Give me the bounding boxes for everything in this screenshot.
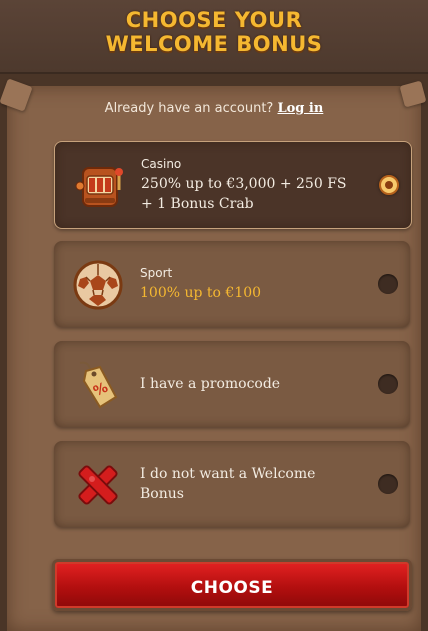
option-promocode[interactable]: % I have a promocode xyxy=(54,341,410,427)
radio-sport[interactable] xyxy=(378,274,398,294)
login-prompt: Already have an account? Log in xyxy=(0,101,428,116)
option-category: Casino xyxy=(141,156,182,171)
option-no-bonus[interactable]: I do not want a Welcome Bonus xyxy=(54,441,410,527)
option-description: I have a promocode xyxy=(140,376,281,392)
promo-tag-icon: % xyxy=(72,359,124,411)
option-description: 100% up to €100 xyxy=(140,284,262,301)
option-sport[interactable]: Sport 100% up to €100 xyxy=(54,241,410,327)
header-bar: CHOOSE YOUR WELCOME BONUS xyxy=(0,0,428,74)
option-description: 250% up to €3,000 + 250 FS + 1 Bonus Cra… xyxy=(141,175,347,212)
choose-button[interactable]: CHOOSE xyxy=(52,559,412,611)
login-link[interactable]: Log in xyxy=(277,101,323,116)
option-category: Sport xyxy=(140,265,173,280)
option-casino[interactable]: Casino 250% up to €3,000 + 250 FS + 1 Bo… xyxy=(54,141,412,229)
option-description: I do not want a Welcome Bonus xyxy=(140,466,316,502)
login-prompt-text: Already have an account? xyxy=(104,101,274,116)
page-title: CHOOSE YOUR WELCOME BONUS xyxy=(0,8,428,56)
title-line-2: WELCOME BONUS xyxy=(105,32,323,56)
title-line-1: CHOOSE YOUR xyxy=(125,8,303,32)
radio-promocode[interactable] xyxy=(378,374,398,394)
radio-no-bonus[interactable] xyxy=(378,474,398,494)
slot-machine-icon xyxy=(73,160,125,212)
soccer-ball-icon xyxy=(72,259,124,311)
radio-casino[interactable] xyxy=(379,175,399,195)
red-cross-icon xyxy=(72,459,124,511)
